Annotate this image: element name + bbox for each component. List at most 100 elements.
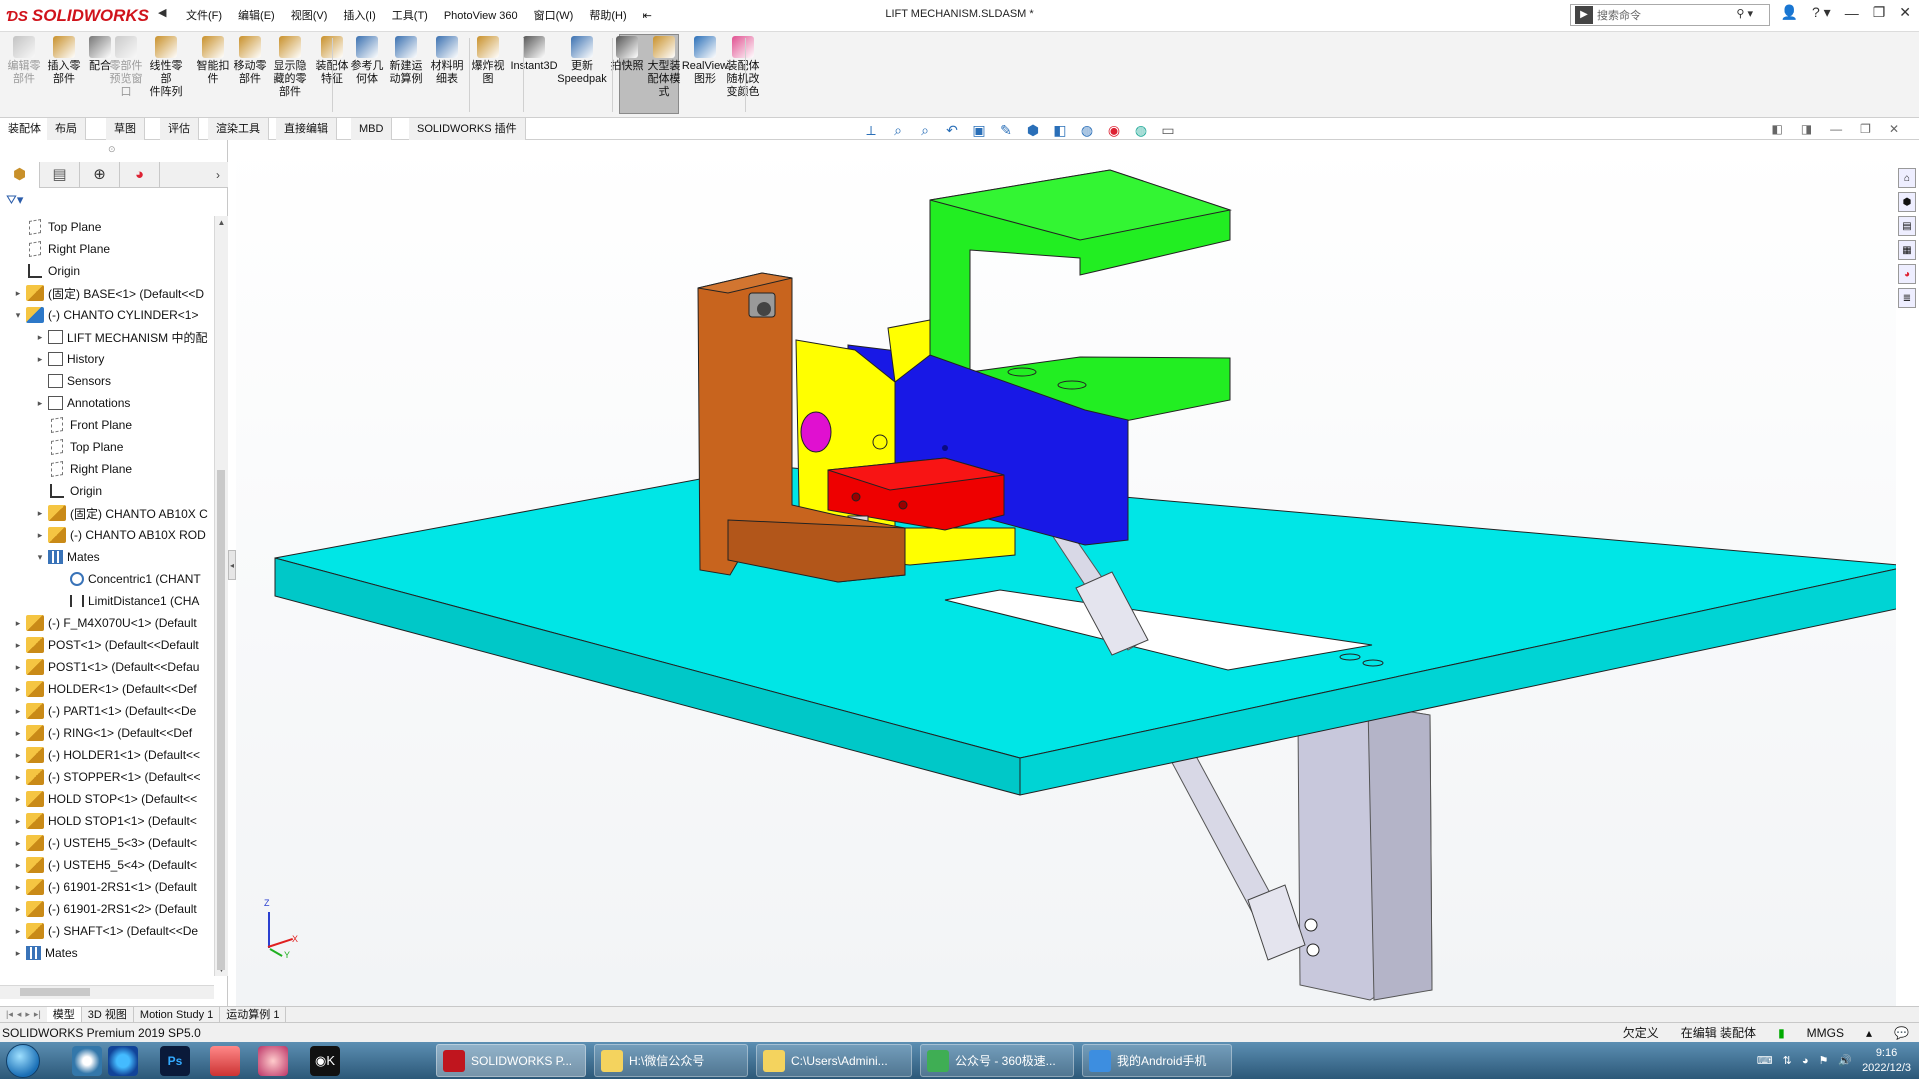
search-input[interactable]: 搜索命令 bbox=[1597, 7, 1641, 23]
realview-button[interactable]: RealView 图形 bbox=[682, 36, 728, 86]
component-preview-button[interactable]: 零部件 预览窗 口 bbox=[106, 36, 146, 99]
model-tab[interactable]: 运动算例 1 bbox=[220, 1006, 287, 1023]
instant3d-button[interactable]: Instant3D bbox=[508, 36, 560, 73]
tab-nav-arrows[interactable]: |◂ ◂ ▸ ▸| bbox=[0, 1009, 47, 1020]
tab-2[interactable]: 草图 bbox=[106, 118, 145, 140]
menu-item[interactable]: 工具(T) bbox=[384, 0, 436, 32]
expand-toggle-icon[interactable]: ▸ bbox=[12, 640, 24, 651]
apply-scene-icon[interactable]: ◍ ▾ bbox=[1132, 121, 1150, 156]
tree-node[interactable]: ▸ HOLDER<1> (Default<<Def bbox=[12, 678, 197, 700]
menu-item[interactable]: 窗口(W) bbox=[526, 0, 582, 32]
quick-launch-app-icon[interactable] bbox=[72, 1046, 102, 1076]
menu-item[interactable]: 文件(F) bbox=[178, 0, 230, 32]
tree-node[interactable]: ▸ (-) USTEH5_5<3> (Default< bbox=[12, 832, 197, 854]
tree-node[interactable]: ▸ (固定) CHANTO AB10X C bbox=[34, 502, 208, 524]
view-orientation-triad-icon[interactable]: ⟂ bbox=[862, 121, 880, 139]
menu-item[interactable]: 视图(V) bbox=[283, 0, 336, 32]
tile-left-icon[interactable]: ◧ bbox=[1771, 122, 1782, 136]
expand-toggle-icon[interactable]: ▸ bbox=[34, 332, 46, 343]
edit-appearance-icon[interactable]: ◉ bbox=[1105, 121, 1123, 139]
scroll-up-icon[interactable]: ▲ bbox=[215, 218, 228, 227]
tab-5[interactable]: 直接编辑 bbox=[276, 118, 337, 140]
expand-toggle-icon[interactable]: ▸ bbox=[12, 706, 24, 717]
file-explorer-icon[interactable]: ▤ bbox=[1898, 216, 1916, 236]
keyboard-icon[interactable]: ⌨ bbox=[1757, 1054, 1773, 1067]
menu-expand-arrow-icon[interactable]: ◀ bbox=[158, 6, 176, 26]
taskbar-button[interactable]: H:\微信公众号 bbox=[594, 1044, 748, 1077]
expand-toggle-icon[interactable]: ▸ bbox=[12, 750, 24, 761]
taskbar-button[interactable]: 我的Android手机 bbox=[1082, 1044, 1232, 1077]
feature-manager-tab-icon[interactable]: ⬢ bbox=[0, 162, 40, 188]
graphics-area[interactable]: Z X Y bbox=[236, 140, 1896, 1006]
start-button[interactable] bbox=[6, 1044, 40, 1078]
tree-node[interactable]: ▸ (-) RING<1> (Default<<Def bbox=[12, 722, 192, 744]
tree-node[interactable]: ▸ (-) PART1<1> (Default<<De bbox=[12, 700, 196, 722]
expand-toggle-icon[interactable]: ▸ bbox=[12, 904, 24, 915]
exploded-view-button[interactable]: 爆炸视 图 bbox=[468, 36, 508, 86]
tree-node[interactable]: Sensors bbox=[34, 370, 111, 392]
expand-toggle-icon[interactable]: ▸ bbox=[34, 508, 46, 519]
expand-toggle-icon[interactable]: ▸ bbox=[12, 838, 24, 849]
clock[interactable]: 9:16 2022/12/3 bbox=[1862, 1046, 1911, 1076]
filter-icon[interactable]: ⛛▾ bbox=[6, 192, 23, 208]
show-hidden-button[interactable]: 显示隐 藏的零 部件 bbox=[270, 36, 310, 99]
menu-item[interactable]: 帮助(H) bbox=[581, 0, 634, 32]
model-tab[interactable]: Motion Study 1 bbox=[134, 1006, 221, 1023]
solidworks-logo[interactable]: ƊS SOLIDWORKS bbox=[6, 3, 154, 29]
view-orientation-icon[interactable]: ⬢ bbox=[1024, 121, 1042, 139]
model-tab[interactable]: 模型 bbox=[46, 1006, 82, 1023]
insert-component-button[interactable]: 插入零 部件 bbox=[44, 36, 84, 86]
menu-item[interactable]: PhotoView 360 bbox=[436, 0, 526, 32]
taskbar-button[interactable]: 公众号 - 360极速... bbox=[920, 1044, 1074, 1077]
property-manager-tab-icon[interactable]: ▤ bbox=[40, 162, 80, 188]
bom-button[interactable]: 材料明 细表 bbox=[427, 36, 467, 86]
tree-hscroll-thumb[interactable] bbox=[20, 988, 90, 996]
hide-show-items-icon[interactable]: ◍ ▾ bbox=[1078, 121, 1096, 156]
search-icon[interactable]: ⚲ ▾ bbox=[1736, 7, 1753, 20]
expand-toggle-icon[interactable]: ▸ bbox=[12, 618, 24, 629]
tree-node[interactable]: ▸ LIFT MECHANISM 中的配 bbox=[34, 326, 207, 348]
tree-node[interactable]: LimitDistance1 (CHA bbox=[56, 590, 199, 612]
custom-properties-icon[interactable]: ≣ bbox=[1898, 288, 1916, 308]
close-icon[interactable]: ✕ bbox=[1899, 4, 1911, 21]
configuration-manager-tab-icon[interactable]: ⊕ bbox=[80, 162, 120, 188]
expand-toggle-icon[interactable]: ▸ bbox=[12, 860, 24, 871]
last-tab-icon[interactable]: ▸| bbox=[34, 1009, 41, 1020]
expand-toggle-icon[interactable]: ▸ bbox=[12, 772, 24, 783]
pane-collapse-handle[interactable]: ◂ bbox=[228, 550, 236, 580]
appearances-icon[interactable]: ◕ bbox=[1898, 264, 1916, 284]
qq-icon[interactable]: ◕ bbox=[1802, 1055, 1809, 1067]
pane-tabs-chevron-icon[interactable]: › bbox=[208, 162, 228, 187]
search-commands[interactable]: ▶ 搜索命令 ⚲ ▾ bbox=[1570, 4, 1770, 26]
rebuild-icon[interactable]: ▮ bbox=[1778, 1023, 1785, 1043]
resources-home-icon[interactable]: ⌂ bbox=[1898, 168, 1916, 188]
expand-toggle-icon[interactable]: ▸ bbox=[34, 530, 46, 541]
tree-node[interactable]: ▸ (固定) BASE<1> (Default<<D bbox=[12, 282, 204, 304]
prev-tab-icon[interactable]: ◂ bbox=[17, 1009, 22, 1020]
snapshot-button[interactable]: 拍快照 bbox=[607, 36, 647, 73]
expand-toggle-icon[interactable]: ▸ bbox=[12, 926, 24, 937]
tree-node[interactable]: Origin bbox=[34, 480, 102, 502]
model-tab[interactable]: 3D 视图 bbox=[82, 1006, 134, 1023]
display-manager-tab-icon[interactable]: ◕ bbox=[120, 162, 160, 188]
zoom-to-fit-icon[interactable]: ⌕ bbox=[889, 121, 907, 139]
tree-node[interactable]: ▾ (-) CHANTO CYLINDER<1> bbox=[12, 304, 198, 326]
quick-launch-video-icon[interactable]: ◉K bbox=[310, 1046, 340, 1076]
tree-scroll-thumb[interactable] bbox=[217, 470, 225, 970]
tab-7[interactable]: SOLIDWORKS 插件 bbox=[409, 118, 526, 140]
expand-toggle-icon[interactable]: ▾ bbox=[34, 552, 46, 563]
tab-1[interactable]: 布局 bbox=[47, 118, 86, 140]
expand-toggle-icon[interactable]: ▸ bbox=[12, 662, 24, 673]
random-color-button[interactable]: 装配体 随机改 变颜色 bbox=[723, 36, 763, 99]
edit-component-button[interactable]: 编辑零 部件 bbox=[4, 36, 44, 86]
zoom-to-area-icon[interactable]: ⌕ bbox=[916, 121, 934, 139]
design-library-icon[interactable]: ⬢ bbox=[1898, 192, 1916, 212]
pane-grip-icon[interactable]: ⊙ bbox=[108, 144, 116, 155]
section-view-icon[interactable]: ▣ bbox=[970, 121, 988, 139]
help-icon[interactable]: ? ▾ bbox=[1812, 4, 1831, 21]
view-palette-icon[interactable]: ▦ bbox=[1898, 240, 1916, 260]
pin-menu-icon[interactable]: ⇤ bbox=[635, 0, 660, 32]
tree-node[interactable]: Right Plane bbox=[34, 458, 132, 480]
tab-3[interactable]: 评估 bbox=[160, 118, 199, 140]
tree-node[interactable]: ▸ POST1<1> (Default<<Defau bbox=[12, 656, 199, 678]
